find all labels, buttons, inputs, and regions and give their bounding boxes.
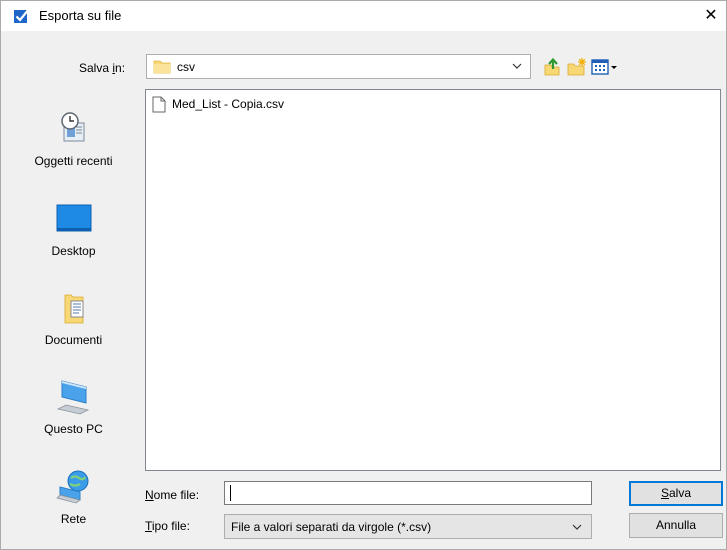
- file-list[interactable]: Med_List - Copia.csv: [145, 89, 721, 471]
- place-desktop[interactable]: Desktop: [9, 201, 138, 281]
- close-icon: ✕: [704, 7, 718, 24]
- place-label: Questo PC: [44, 422, 103, 436]
- title-bar: Esporta su file ✕: [1, 1, 726, 31]
- file-type-label: Tipo file:: [145, 519, 190, 533]
- new-folder-icon[interactable]: [567, 57, 587, 77]
- save-button[interactable]: Salva: [629, 481, 723, 506]
- place-network[interactable]: Rete: [9, 469, 138, 549]
- chevron-down-icon: [572, 524, 582, 530]
- place-label: Desktop: [51, 244, 96, 258]
- network-icon: [56, 470, 89, 504]
- documents-icon: [64, 294, 84, 324]
- place-label: Documenti: [44, 333, 103, 347]
- dialog-title: Esporta su file: [39, 8, 122, 23]
- file-type-dropdown[interactable]: File a valori separati da virgole (*.csv…: [224, 514, 592, 539]
- desktop-icon: [56, 204, 92, 232]
- file-name-label: Nome file:: [145, 488, 200, 502]
- up-folder-icon[interactable]: [542, 57, 562, 77]
- folder-icon: [153, 60, 171, 74]
- file-name-input[interactable]: [224, 481, 592, 505]
- place-label: Rete: [60, 512, 87, 526]
- place-recent-items[interactable]: Oggetti recenti: [9, 109, 138, 189]
- text-caret: [230, 485, 231, 501]
- save-in-value: csv: [177, 60, 195, 74]
- file-name: Med_List - Copia.csv: [172, 97, 285, 111]
- view-menu-icon[interactable]: [591, 57, 619, 77]
- save-dialog: Esporta su file ✕ Salva in: csv Oggetti …: [0, 0, 727, 550]
- computer-icon: [56, 380, 90, 415]
- chevron-down-icon: [512, 63, 522, 69]
- place-label: Oggetti recenti: [34, 154, 113, 168]
- save-in-dropdown[interactable]: csv: [146, 54, 531, 79]
- place-this-pc[interactable]: Questo PC: [9, 379, 138, 459]
- close-button[interactable]: ✕: [696, 1, 726, 31]
- place-documents[interactable]: Documenti: [9, 291, 138, 371]
- cancel-button[interactable]: Annulla: [629, 513, 723, 538]
- save-in-label: Salva in:: [79, 61, 126, 75]
- places-bar: Oggetti recenti Desktop Documenti Questo…: [9, 89, 138, 539]
- checkbox-check-icon: [14, 8, 30, 23]
- file-icon: [152, 96, 166, 113]
- file-type-value: File a valori separati da virgole (*.csv…: [231, 520, 432, 534]
- recent-items-icon: [61, 112, 85, 142]
